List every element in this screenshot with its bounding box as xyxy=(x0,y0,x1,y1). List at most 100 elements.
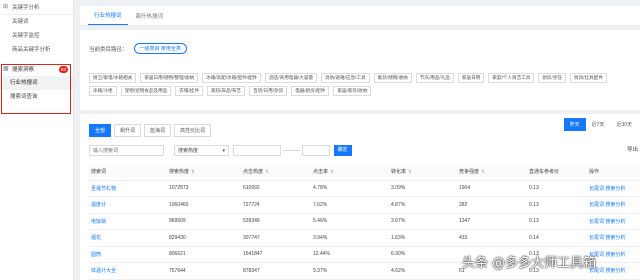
category-path-row: 当前类目路径： 一级类目 家用全类 xyxy=(89,43,187,54)
category-tag[interactable]: 衣帽/挂件 xyxy=(175,86,203,96)
category-tag[interactable]: 厨房/烹饪 xyxy=(538,73,566,83)
export-button[interactable]: 导出 xyxy=(627,145,638,153)
keyword-link[interactable]: 圆筒 xyxy=(89,251,169,258)
category-tag[interactable]: 厨卫/家电/冰箱相关 xyxy=(89,73,137,83)
date-30days-button[interactable]: 近30天 xyxy=(610,118,638,131)
category-tag[interactable]: 消防/避难/应急/工具 xyxy=(321,73,370,83)
search-row: 搜索热度 ▾ ——— 确定 xyxy=(89,145,352,156)
category-filter-panel: 当前类目路径： 一级类目 家用全类 厨卫/家电/冰箱相关 家居日用/储物/整理/… xyxy=(80,30,640,110)
search-input[interactable] xyxy=(89,145,164,156)
sidebar-group-keyword-analysis[interactable]: ⊞ 关键字分析 xyxy=(0,0,73,14)
sidebar-item-industry-hot-words[interactable]: 行业热搜词 xyxy=(0,76,73,90)
sort-icon[interactable]: ⇅ xyxy=(481,169,485,174)
category-tag[interactable]: 家纺/床品/布艺 xyxy=(206,86,246,96)
keyword-link[interactable]: 烟花 xyxy=(89,234,169,241)
date-7days-button[interactable]: 近7天 xyxy=(586,118,611,131)
search-heat-cell: 806621 xyxy=(169,251,186,258)
column-header[interactable]: 转化率 ⇅ xyxy=(391,168,459,175)
notification-badge: 83 xyxy=(58,65,68,73)
category-tag[interactable]: 宠物/宠物食品及用品 xyxy=(120,86,172,96)
keyword-link[interactable]: 体温计大全 xyxy=(89,267,169,274)
search-heat-cell: 1072873 xyxy=(169,185,189,192)
date-yesterday-button[interactable]: 昨天 xyxy=(563,118,586,131)
table-row: 电饭锅 969509 539346 5.46% 3.67% 1347 0.13 … xyxy=(89,214,640,230)
click-heat-cell: 539346 xyxy=(243,218,260,225)
category-tag[interactable]: 家居/家装/收纳 xyxy=(333,86,372,96)
column-header[interactable]: 点击率 ⇅ xyxy=(313,168,391,175)
keyword-link[interactable]: 温度计 xyxy=(89,201,169,208)
row-actions[interactable]: 长尾词 搜索分析 xyxy=(589,267,640,274)
main-content: 行业热搜词 飙升热搜词 当前类目路径： 一级类目 家用全类 厨卫/家电/冰箱相关… xyxy=(80,0,640,280)
sort-select[interactable]: 搜索热度 ▾ xyxy=(174,145,229,156)
sidebar-item-keywords[interactable]: 关键词 xyxy=(0,15,73,29)
ctr-cell: 7.62% xyxy=(313,201,328,208)
sidebar-item-product-keyword-analysis[interactable]: 商品关键字分析 xyxy=(0,43,73,57)
competition-cell: 1904 xyxy=(459,185,471,192)
sort-icon[interactable]: ⇅ xyxy=(330,169,334,174)
row-actions[interactable]: 长尾词 搜索分析 xyxy=(589,234,640,241)
category-tag[interactable]: 家居日用/储物/整理/收纳 xyxy=(140,73,199,83)
range-max-input[interactable] xyxy=(301,145,330,156)
row-actions[interactable]: 长尾词 搜索分析 xyxy=(589,185,640,192)
row-actions[interactable]: 长尾词 搜索分析 xyxy=(589,218,640,225)
keyword-link[interactable]: 圣诞节礼物 xyxy=(89,185,169,192)
category-tag[interactable]: 家居日用 xyxy=(457,73,485,83)
column-header[interactable]: 点击热度 ⇅ xyxy=(243,168,313,175)
keyword-link[interactable]: 电饭锅 xyxy=(89,218,169,225)
sidebar-item-search-word-query[interactable]: 搜索词查询 xyxy=(0,90,73,104)
sidebar: ⊞ 关键字分析 关键词 关键字监控 商品关键字分析 ▦ 搜索洞察 83 行业热搜… xyxy=(0,0,74,280)
table-row: 温度计 1060460 727724 7.62% 4.87% 282 0.13 … xyxy=(89,197,640,214)
cvr-cell: 4.62% xyxy=(391,267,406,274)
search-heat-cell: 969509 xyxy=(169,218,186,225)
category-tag[interactable]: 节庆/用品/礼品 xyxy=(415,73,454,83)
tab-cost-effective[interactable]: 高性价比词 xyxy=(174,124,212,137)
sidebar-group-search-insight[interactable]: ▦ 搜索洞察 83 xyxy=(0,62,73,76)
sort-icon[interactable]: ⇅ xyxy=(191,169,195,174)
category-tag[interactable]: 集装/储物/收纳 xyxy=(373,73,412,83)
cpc-cell: 0.13 xyxy=(529,218,539,225)
table-row: 烟花 829430 307747 3.94% 1.63% 433 0.14 长尾… xyxy=(89,230,640,247)
confirm-button[interactable]: 确定 xyxy=(333,145,352,156)
tab-rising[interactable]: 飙升词 xyxy=(114,124,142,137)
column-header: 直通车参考价 xyxy=(529,169,560,176)
tab-rising-hot-words[interactable]: 飙升热搜词 xyxy=(130,12,170,25)
selected-category-pill[interactable]: 一级类目 家用全类 xyxy=(133,43,187,54)
range-min-input[interactable] xyxy=(233,145,281,156)
row-actions[interactable]: 长尾词 搜索分析 xyxy=(589,251,640,258)
tab-industry-hot-words[interactable]: 行业热搜词 xyxy=(88,11,128,25)
click-heat-cell: 878347 xyxy=(243,267,260,274)
date-range-buttons: 昨天 近7天 近30天 xyxy=(563,118,638,131)
ctr-cell: 9.37% xyxy=(313,267,328,274)
column-header[interactable]: 搜索热度 ⇅ xyxy=(169,168,243,175)
category-path-label: 当前类目路径： xyxy=(89,46,128,53)
sort-icon[interactable]: ⇅ xyxy=(265,169,269,174)
category-tag[interactable]: 家庭/个人清洁工具 xyxy=(488,73,535,83)
search-insight-icon: ▦ xyxy=(3,66,9,72)
range-separator: ——— xyxy=(283,147,300,154)
column-header: 搜索词 xyxy=(91,169,107,176)
cpc-cell: 0.14 xyxy=(529,234,539,241)
sidebar-item-keyword-monitor[interactable]: 关键字监控 xyxy=(0,29,73,43)
row-actions[interactable]: 长尾词 搜索分析 xyxy=(589,201,640,208)
category-tag[interactable]: 电器/厨房/配件 xyxy=(291,86,330,96)
watermark-text: 头条 @多多大师工具箱 xyxy=(462,256,597,271)
column-header[interactable]: 竞争强度 ⇅ xyxy=(459,168,529,175)
category-tag[interactable]: 酒店/商用电器/大容量 xyxy=(265,73,318,83)
category-tag[interactable]: 冰箱/高配/冰箱/配件/配件 xyxy=(202,73,262,83)
category-tag[interactable]: 厨具/灶具配件 xyxy=(569,73,607,83)
sidebar-group-label: 搜索洞察 xyxy=(12,67,35,73)
search-heat-cell: 757644 xyxy=(169,267,186,274)
tab-all[interactable]: 全部 xyxy=(89,124,112,137)
click-heat-cell: 610992 xyxy=(243,185,260,192)
category-tag[interactable]: 冰箱/冷柜 xyxy=(89,86,117,96)
tab-blue-ocean[interactable]: 蓝海词 xyxy=(144,124,172,137)
click-heat-cell: 727724 xyxy=(243,201,260,208)
cvr-cell: 6.90% xyxy=(391,251,406,258)
column-header: 操作 xyxy=(589,169,600,176)
category-tag[interactable]: 百货/日用/杂货 xyxy=(249,86,288,96)
search-heat-cell: 1060460 xyxy=(169,201,189,208)
sort-icon[interactable]: ⇅ xyxy=(408,169,412,174)
cvr-cell: 3.67% xyxy=(391,218,406,225)
ctr-cell: 5.46% xyxy=(313,218,328,225)
table-header-row: 搜索词 搜索热度 ⇅ 点击热度 ⇅ 点击率 ⇅ 转化率 ⇅ 竞争强度 ⇅ 直通车参考价 操… xyxy=(89,164,640,181)
